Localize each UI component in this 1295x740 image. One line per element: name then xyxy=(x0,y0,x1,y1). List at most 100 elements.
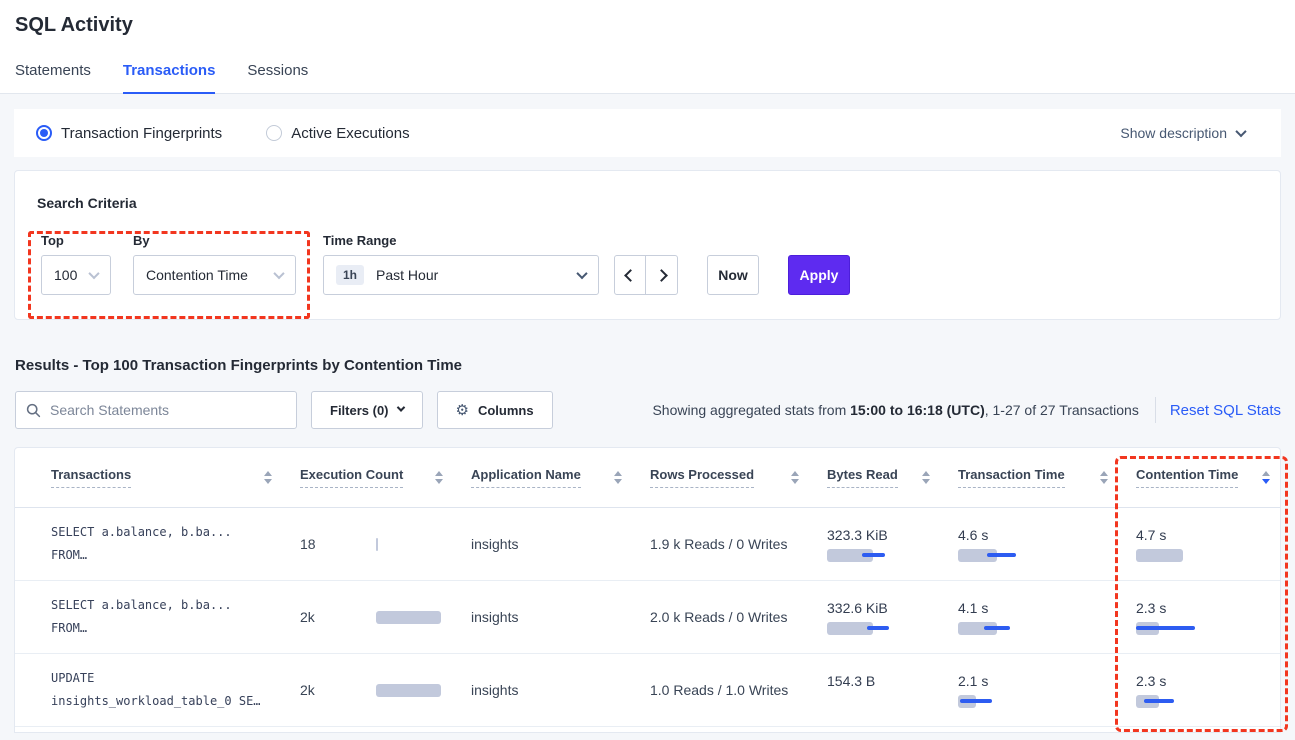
chevron-left-icon xyxy=(624,269,637,282)
sort-icon xyxy=(791,471,799,484)
now-button[interactable]: Now xyxy=(707,255,759,295)
bar-gray xyxy=(1136,549,1183,562)
bar-blue-line xyxy=(862,553,885,557)
sort-up-icon xyxy=(922,471,930,476)
application-name-cell: insights xyxy=(471,536,650,552)
search-statements-input[interactable] xyxy=(50,402,286,418)
show-description-toggle[interactable]: Show description xyxy=(1120,125,1259,141)
bytes-read-cell: 323.3 KiB xyxy=(827,527,958,562)
time-nav-group xyxy=(614,255,678,295)
bar-gray xyxy=(376,611,441,624)
sort-icon xyxy=(435,471,443,484)
column-header-label: Transaction Time xyxy=(958,467,1065,488)
top-field-group: Top 100 xyxy=(41,233,111,295)
query-line-1: SELECT a.balance, b.ba... xyxy=(51,594,300,617)
column-header-contention-time[interactable]: Contention Time xyxy=(1136,467,1280,488)
sort-up-icon xyxy=(791,471,799,476)
column-header-rows-processed[interactable]: Rows Processed xyxy=(650,467,827,488)
transaction-time-cell-value: 2.1 s xyxy=(958,673,1136,689)
sort-up-icon xyxy=(1262,471,1270,476)
bar-blue-line xyxy=(960,699,992,703)
tab-sessions[interactable]: Sessions xyxy=(247,62,308,94)
contention-time-cell-bar-chart xyxy=(1136,622,1216,635)
radio-selected-icon xyxy=(36,125,52,141)
radio-active-executions[interactable]: Active Executions xyxy=(266,125,409,142)
radio-label: Transaction Fingerprints xyxy=(61,125,222,142)
sort-down-icon xyxy=(1100,479,1108,484)
query-line-1: UPDATE xyxy=(51,667,300,690)
query-line-2: FROM… xyxy=(51,544,300,567)
execution-count-bar-chart xyxy=(376,684,446,697)
execution-count-bar-chart xyxy=(376,611,446,624)
column-header-transaction-time[interactable]: Transaction Time xyxy=(958,467,1136,488)
apply-button[interactable]: Apply xyxy=(788,255,850,295)
bar-blue-line xyxy=(984,626,1010,630)
chevron-down-icon xyxy=(1235,126,1246,137)
results-controls: Filters (0) ⚙ Columns Showing aggregated… xyxy=(15,391,1283,429)
column-header-bytes-read[interactable]: Bytes Read xyxy=(827,467,958,488)
sort-up-icon xyxy=(435,471,443,476)
transaction-time-cell: 4.6 s xyxy=(958,527,1136,562)
search-criteria-card: Search Criteria Top 100 By Contention Ti… xyxy=(14,170,1281,320)
radio-unselected-icon xyxy=(266,125,282,141)
column-header-execution-count[interactable]: Execution Count xyxy=(300,467,471,488)
application-name-cell: insights xyxy=(471,682,650,698)
sort-up-icon xyxy=(614,471,622,476)
sort-icon xyxy=(1100,471,1108,484)
column-header-label: Contention Time xyxy=(1136,467,1238,488)
divider xyxy=(1155,397,1156,423)
time-range-value: Past Hour xyxy=(376,267,438,283)
top-field-label: Top xyxy=(41,233,111,248)
sort-icon xyxy=(614,471,622,484)
filters-button[interactable]: Filters (0) xyxy=(311,391,423,429)
transaction-time-cell-bar-chart xyxy=(958,549,1038,562)
table-row: SELECT a.balance, b.ba...FROM…18 insights… xyxy=(15,508,1280,581)
reset-sql-stats-link[interactable]: Reset SQL Stats xyxy=(1170,402,1283,419)
column-header-label: Rows Processed xyxy=(650,467,754,488)
chevron-down-icon xyxy=(396,403,404,411)
sort-icon xyxy=(922,471,930,484)
column-header-label: Application Name xyxy=(471,467,581,488)
top-select[interactable]: 100 xyxy=(41,255,111,295)
time-range-select[interactable]: 1h Past Hour xyxy=(323,255,599,295)
bytes-read-cell: 332.6 KiB xyxy=(827,600,958,635)
sort-up-icon xyxy=(1100,471,1108,476)
column-header-application-name[interactable]: Application Name xyxy=(471,467,650,488)
column-header-transactions[interactable]: Transactions xyxy=(51,467,300,488)
column-header-label: Transactions xyxy=(51,467,131,488)
execution-count-bar-chart xyxy=(376,538,446,551)
table-header-row: Transactions Execution CountApplication N… xyxy=(15,448,1280,508)
radio-transaction-fingerprints[interactable]: Transaction Fingerprints xyxy=(36,125,222,142)
bytes-read-cell-bar-chart xyxy=(827,695,907,708)
query-line-2: FROM… xyxy=(51,617,300,640)
bar-blue-line xyxy=(867,626,889,630)
time-prev-button[interactable] xyxy=(615,256,646,294)
time-range-badge: 1h xyxy=(336,265,364,285)
tab-statements[interactable]: Statements xyxy=(15,62,91,94)
transaction-query-link[interactable]: UPDATEinsights_workload_table_0 SE… xyxy=(51,667,300,713)
table-row: SELECT a.balance, b.ba...FROM…2kinsights… xyxy=(15,581,1280,654)
tab-transactions[interactable]: Transactions xyxy=(123,62,216,94)
sort-down-icon xyxy=(435,479,443,484)
bytes-read-cell-value: 154.3 B xyxy=(827,673,958,689)
time-next-button[interactable] xyxy=(646,256,677,294)
execution-count-value: 2k xyxy=(300,682,376,698)
rows-processed-cell: 1.9 k Reads / 0 Writes xyxy=(650,536,827,552)
transaction-time-cell-value: 4.6 s xyxy=(958,527,1136,543)
transactions-table: Transactions Execution CountApplication N… xyxy=(14,447,1281,733)
transaction-query-link[interactable]: SELECT a.balance, b.ba...FROM… xyxy=(51,521,300,567)
top-select-value: 100 xyxy=(54,267,77,283)
execution-count-value: 18 xyxy=(300,536,376,552)
rows-processed-cell: 1.0 Reads / 1.0 Writes xyxy=(650,682,827,698)
by-select[interactable]: Contention Time xyxy=(133,255,296,295)
execution-count-cell: 18 xyxy=(300,536,471,552)
transaction-time-cell: 2.1 s xyxy=(958,673,1136,708)
tab-bar: Statements Transactions Sessions xyxy=(15,62,1280,93)
contention-time-cell-bar-chart xyxy=(1136,695,1216,708)
execution-count-cell: 2k xyxy=(300,682,471,698)
contention-time-cell-value: 2.3 s xyxy=(1136,673,1280,689)
application-name-cell: insights xyxy=(471,609,650,625)
bar-gray xyxy=(376,684,441,697)
transaction-query-link[interactable]: SELECT a.balance, b.ba...FROM… xyxy=(51,594,300,640)
columns-button[interactable]: ⚙ Columns xyxy=(437,391,553,429)
